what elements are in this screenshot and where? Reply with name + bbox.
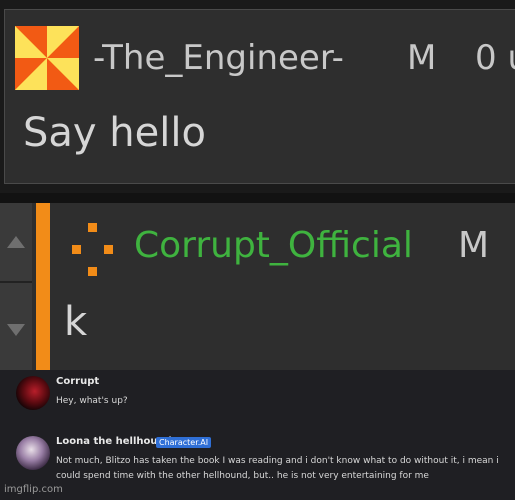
points-label: 0 u xyxy=(475,38,515,78)
chat-sender-name[interactable]: Corrupt xyxy=(56,376,99,387)
character-ai-badge: Character.AI xyxy=(156,437,212,448)
avatar[interactable] xyxy=(16,436,50,470)
comment-username[interactable]: -The_Engineer- xyxy=(93,38,344,78)
vote-column xyxy=(0,203,32,370)
arrow-down-icon xyxy=(7,324,25,336)
comment-panel-2: Corrupt_Official M k xyxy=(0,193,515,370)
comment-card-1: -The_Engineer- M 0 u Say hello xyxy=(4,9,515,184)
comment-panel-1: -The_Engineer- M 0 u Say hello xyxy=(0,0,515,193)
chat-sender-name[interactable]: Loona the hellhound xyxy=(56,436,172,447)
pinwheel-avatar-icon[interactable] xyxy=(15,26,79,90)
mod-badge: M xyxy=(407,38,437,78)
comment-username[interactable]: Corrupt_Official xyxy=(134,225,413,266)
comment-text: Say hello xyxy=(23,110,206,156)
mod-badge: M xyxy=(458,225,490,266)
avatar[interactable] xyxy=(16,376,50,410)
watermark: imgflip.com xyxy=(4,484,63,495)
upvote-button[interactable] xyxy=(0,203,32,283)
comment-text: k xyxy=(64,299,88,345)
downvote-button[interactable] xyxy=(0,291,32,369)
accent-bar xyxy=(36,203,50,370)
chat-message-text: Hey, what's up? xyxy=(56,396,128,406)
chat-message-text: Not much, Blitzo has taken the book I wa… xyxy=(56,456,499,481)
chat-panel: Corrupt Hey, what's up? Loona the hellho… xyxy=(0,370,515,500)
dots-avatar-icon[interactable] xyxy=(70,221,116,281)
arrow-up-icon xyxy=(7,236,25,248)
